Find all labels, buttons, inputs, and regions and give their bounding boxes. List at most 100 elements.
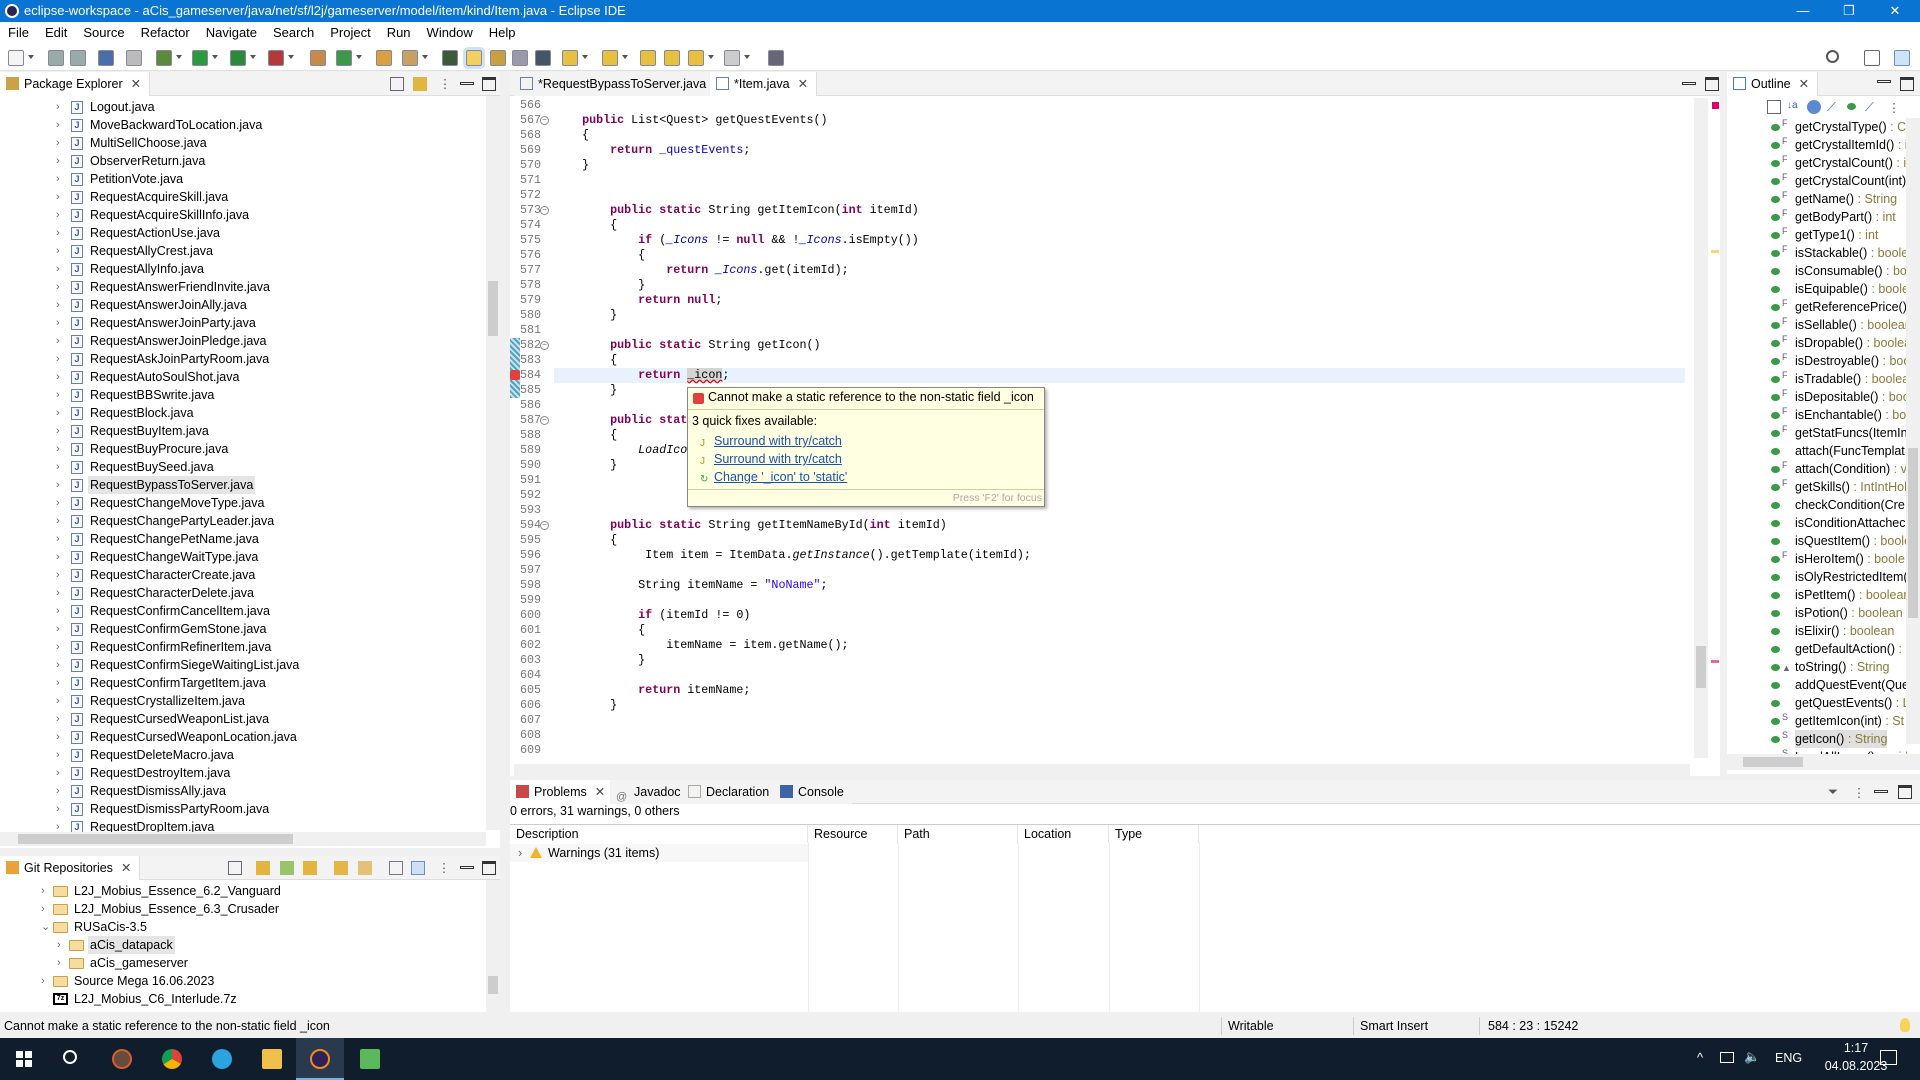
editor-vscrollbar[interactable]: [1694, 98, 1708, 758]
chevron-right-icon[interactable]: ›: [56, 584, 66, 602]
menu-navigate[interactable]: Navigate: [198, 22, 265, 44]
sort-icon[interactable]: ↓a: [1787, 100, 1801, 114]
chevron-right-icon[interactable]: ›: [56, 530, 66, 548]
tree-item[interactable]: › J RequestDismissAlly.java: [0, 782, 486, 800]
hierarchical-layout-icon[interactable]: [389, 861, 403, 875]
tree-item[interactable]: › J PetitionVote.java: [0, 170, 486, 188]
code-line[interactable]: 605 return itemName;: [510, 683, 1685, 698]
tree-item[interactable]: › J RequestDismissPartyRoom.java: [0, 800, 486, 818]
minimize-view-icon[interactable]: [460, 866, 474, 869]
outline-item[interactable]: FisDepositable() : boo: [1727, 388, 1907, 406]
maximize-view-icon[interactable]: [1900, 77, 1914, 91]
outline-item[interactable]: attach(FuncTemplat: [1727, 442, 1907, 460]
chevron-right-icon[interactable]: ›: [56, 458, 66, 476]
clone-repository-icon[interactable]: [280, 861, 294, 875]
outline-item[interactable]: isPotion() : boolean: [1727, 604, 1907, 622]
block-selection-icon[interactable]: [490, 50, 506, 66]
link-with-selection-icon[interactable]: [358, 861, 372, 875]
chevron-right-icon[interactable]: ›: [56, 422, 66, 440]
code-line[interactable]: 582− public static String getIcon(): [510, 338, 1685, 353]
chevron-right-icon[interactable]: ›: [56, 224, 66, 242]
chevron-right-icon[interactable]: ›: [56, 98, 66, 116]
code-line[interactable]: 568 {: [510, 128, 1685, 143]
tree-item[interactable]: › J RequestConfirmCancelItem.java: [0, 602, 486, 620]
fold-collapse-icon[interactable]: −: [540, 416, 549, 425]
open-perspective-icon[interactable]: [1864, 50, 1880, 66]
minimize-button[interactable]: —: [1780, 0, 1826, 22]
chevron-down-icon[interactable]: [288, 55, 294, 59]
code-line[interactable]: 604: [510, 668, 1685, 683]
chevron-right-icon[interactable]: ›: [56, 512, 66, 530]
tree-item[interactable]: › J RequestBlock.java: [0, 404, 486, 422]
show-whitespace-icon[interactable]: [535, 50, 551, 66]
minimize-view-icon[interactable]: [1874, 790, 1888, 793]
tree-item[interactable]: › J RequestChangePetName.java: [0, 530, 486, 548]
restore-button[interactable]: ❐: [1826, 0, 1872, 22]
lightbulb-icon[interactable]: [1900, 1018, 1910, 1032]
tree-item[interactable]: › J RequestBypassToServer.java: [0, 476, 486, 494]
outline-item[interactable]: SgetItemIcon(int) : St: [1727, 712, 1907, 730]
code-line[interactable]: 600 if (itemId != 0): [510, 608, 1685, 623]
overview-ruler[interactable]: [1710, 98, 1720, 758]
code-line[interactable]: 567− public List<Quest> getQuestEvents(): [510, 113, 1685, 128]
view-menu-icon[interactable]: ⋮: [1887, 100, 1901, 115]
code-line[interactable]: 576 {: [510, 248, 1685, 263]
outline-item[interactable]: FisDropable() : boolea: [1727, 334, 1907, 352]
code-line[interactable]: 580 }: [510, 308, 1685, 323]
menu-window[interactable]: Window: [419, 22, 481, 44]
column-location[interactable]: Location: [1018, 825, 1109, 843]
chevron-right-icon[interactable]: ›: [56, 404, 66, 422]
tree-item[interactable]: › J RequestAnswerJoinPledge.java: [0, 332, 486, 350]
run-icon[interactable]: [192, 50, 208, 66]
tree-item[interactable]: › J MoveBackwardToLocation.java: [0, 116, 486, 134]
search-button[interactable]: [48, 1038, 96, 1080]
code-line[interactable]: 598 String itemName = "NoName";: [510, 578, 1685, 593]
outline-item[interactable]: FgetName() : String: [1727, 190, 1907, 208]
git-repo-item[interactable]: › aCis_datapack: [0, 936, 486, 954]
close-icon[interactable]: ✕: [131, 77, 141, 91]
git-repo-item[interactable]: 7z L2J_Mobius_C6_Interlude.7z: [0, 990, 486, 1008]
previous-annotation-icon[interactable]: [602, 50, 618, 66]
outline-item[interactable]: FgetType1() : int: [1727, 226, 1907, 244]
back-history-icon[interactable]: [688, 50, 704, 66]
tree-item[interactable]: › J MultiSellChoose.java: [0, 134, 486, 152]
outline-item[interactable]: isConditionAttachec: [1727, 514, 1907, 532]
hide-fields-icon[interactable]: [1807, 100, 1821, 114]
chevron-right-icon[interactable]: ›: [56, 800, 66, 818]
tree-item[interactable]: › J RequestChangeWaitType.java: [0, 548, 486, 566]
outline-item[interactable]: FgetReferencePrice(): [1727, 298, 1907, 316]
chevron-right-icon[interactable]: ›: [56, 350, 66, 368]
chevron-right-icon[interactable]: ›: [56, 206, 66, 224]
search-icon[interactable]: [1826, 50, 1839, 63]
outline-item[interactable]: FgetCrystalCount(int): [1727, 172, 1907, 190]
tree-item[interactable]: › J RequestAnswerFriendInvite.java: [0, 278, 486, 296]
chevron-down-icon[interactable]: [622, 55, 628, 59]
outline-vscrollbar[interactable]: [1906, 118, 1920, 744]
java-perspective-icon[interactable]: [1894, 50, 1910, 66]
tab-item-java[interactable]: *Item.java ✕: [710, 72, 818, 96]
tree-item[interactable]: › J RequestConfirmSiegeWaitingList.java: [0, 656, 486, 674]
git-vscrollbar[interactable]: [486, 880, 500, 1012]
chevron-right-icon[interactable]: ›: [56, 764, 66, 782]
toggle-annotation-icon[interactable]: [442, 50, 458, 66]
maximize-view-icon[interactable]: [482, 77, 496, 91]
git-repo-item[interactable]: › L2J_Mobius_Essence_6.2_Vanguard: [0, 882, 486, 900]
git-repo-item[interactable]: › Source Mega 16.06.2023: [0, 972, 486, 990]
outline-item[interactable]: isEquipable() : boole: [1727, 280, 1907, 298]
tab-outline[interactable]: Outline ✕: [1727, 72, 1819, 96]
outline-item[interactable]: isOlyRestrictedItem(: [1727, 568, 1907, 586]
chevron-down-icon[interactable]: ⌄: [41, 918, 51, 936]
column-description[interactable]: Description: [510, 825, 808, 843]
outline-item[interactable]: ▲ toString() : String: [1727, 658, 1907, 676]
chevron-right-icon[interactable]: ›: [56, 278, 66, 296]
taskbar-chrome[interactable]: [148, 1038, 196, 1080]
chevron-down-icon[interactable]: [744, 55, 750, 59]
tree-item[interactable]: › J RequestConfirmRefinerItem.java: [0, 638, 486, 656]
chevron-right-icon[interactable]: ›: [56, 296, 66, 314]
outline-item[interactable]: getQuestEvents() : L: [1727, 694, 1907, 712]
mark-occurrences-icon[interactable]: [463, 47, 485, 69]
code-line[interactable]: 574 {: [510, 218, 1685, 233]
code-line[interactable]: 603 }: [510, 653, 1685, 668]
new-java-class-icon[interactable]: [336, 50, 352, 66]
outline-item[interactable]: FgetCrystalType() : Cr: [1727, 118, 1907, 136]
